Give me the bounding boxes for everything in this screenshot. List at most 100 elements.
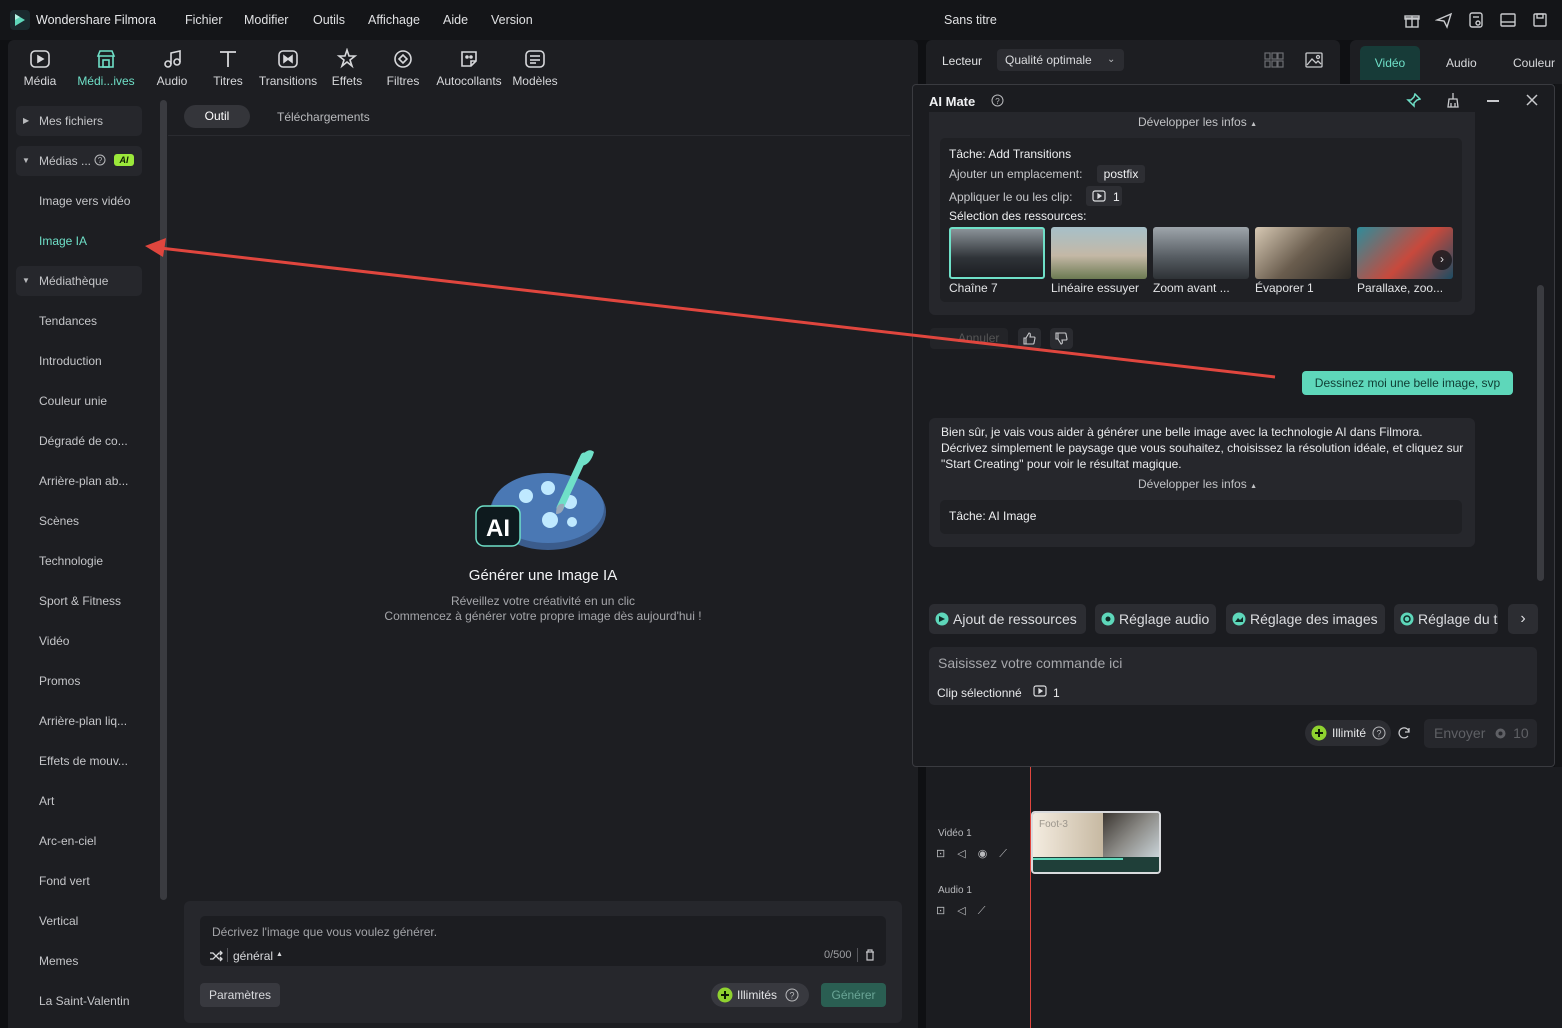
save-icon[interactable] <box>1531 11 1549 29</box>
menu-outils[interactable]: Outils <box>313 13 345 27</box>
lock-icon[interactable]: ⊡ <box>936 848 957 860</box>
trash-icon[interactable] <box>864 949 876 961</box>
chip-audio-settings[interactable]: Réglage audio <box>1095 604 1216 634</box>
sidebar-item-image-to-video[interactable]: Image vers vidéo <box>39 194 130 208</box>
tool-templates[interactable]: Modèles <box>505 48 565 88</box>
ai-mate-title: AI Mate <box>929 94 976 109</box>
minimize-icon[interactable] <box>1487 100 1499 102</box>
sidebar-item[interactable]: Effets de mouv... <box>39 754 128 768</box>
send-plane-icon[interactable] <box>1435 11 1453 29</box>
pin-icon[interactable] <box>1406 93 1421 108</box>
unlimited-credits-button[interactable]: Illimités ? <box>711 983 809 1007</box>
lock-icon[interactable]: ⊡ <box>936 905 957 917</box>
send-button[interactable]: Envoyer 10 <box>1424 719 1537 748</box>
tab-outil[interactable]: Outil <box>184 105 250 128</box>
eye-icon[interactable]: ◉ <box>978 848 1000 860</box>
sidebar-scrollbar[interactable] <box>160 100 167 900</box>
menu-affichage[interactable]: Affichage <box>368 13 420 27</box>
layout-icon[interactable] <box>1499 11 1517 29</box>
broom-icon[interactable] <box>1446 92 1460 108</box>
gift-icon[interactable] <box>1403 11 1421 29</box>
sidebar-item[interactable]: Arrière-plan ab... <box>39 474 128 488</box>
menu-aide[interactable]: Aide <box>443 13 468 27</box>
sidebar-item[interactable]: Technologie <box>39 554 103 568</box>
menu-fichier[interactable]: Fichier <box>185 13 223 27</box>
menu-version[interactable]: Version <box>491 13 533 27</box>
chevron-right-icon[interactable]: › <box>1432 250 1452 270</box>
help-icon[interactable]: ? <box>94 154 106 166</box>
sidebar-item[interactable]: Promos <box>39 674 80 688</box>
tab-telechargements[interactable]: Téléchargements <box>277 110 370 124</box>
speaker-icon[interactable]: ◁ <box>957 848 977 860</box>
magic-wand-icon[interactable]: ⟋ <box>978 905 998 917</box>
sidebar-item-image-ia[interactable]: Image IA <box>39 234 87 248</box>
resources-label: Sélection des ressources: <box>949 209 1087 223</box>
magic-wand-icon[interactable]: ⟋ <box>999 848 1019 860</box>
sidebar-item[interactable]: Fond vert <box>39 874 90 888</box>
chip-more-settings[interactable]: Réglage du t <box>1394 604 1498 634</box>
undo-button[interactable]: Annuler <box>930 328 1008 349</box>
expand-infos-link[interactable]: Développer les infos ▲ <box>1138 477 1257 491</box>
caret-down-icon: ▼ <box>22 276 30 285</box>
menu-modifier[interactable]: Modifier <box>244 13 288 27</box>
thumbs-down-button[interactable] <box>1050 328 1073 349</box>
timeline-clip[interactable]: Foot-3 <box>1031 811 1161 874</box>
tool-titles[interactable]: Titres <box>198 48 258 88</box>
playhead[interactable] <box>1030 767 1031 1028</box>
sidebar-item[interactable]: Vertical <box>39 914 78 928</box>
sidebar-item[interactable]: Vidéo <box>39 634 69 648</box>
resource-thumbnail[interactable] <box>1153 227 1249 279</box>
chip-label: Réglage des images <box>1250 611 1378 627</box>
help-icon[interactable]: ? <box>991 94 1004 107</box>
sidebar-item[interactable]: Dégradé de co... <box>39 434 128 448</box>
sidebar-item[interactable]: Arrière-plan liq... <box>39 714 127 728</box>
chevron-right-icon[interactable]: › <box>1508 604 1538 634</box>
sidebar-item[interactable]: Introduction <box>39 354 102 368</box>
image-chip-icon <box>1232 612 1246 626</box>
sidebar-item[interactable]: Sport & Fitness <box>39 594 121 608</box>
command-placeholder: Saisissez votre commande ici <box>938 655 1123 671</box>
tool-transitions[interactable]: Transitions <box>258 48 318 88</box>
tab-video[interactable]: Vidéo <box>1360 46 1420 80</box>
tool-audio[interactable]: Audio <box>142 48 202 88</box>
resource-thumbnail[interactable] <box>949 227 1045 279</box>
thumbs-up-button[interactable] <box>1018 328 1041 349</box>
sidebar-item[interactable]: Arc-en-ciel <box>39 834 96 848</box>
chip-image-settings[interactable]: Réglage des images <box>1226 604 1385 634</box>
refresh-icon[interactable] <box>1397 726 1411 740</box>
tab-couleur[interactable]: Couleur <box>1513 56 1555 70</box>
tool-filters[interactable]: Filtres <box>373 48 433 88</box>
sidebar-item[interactable]: Couleur unie <box>39 394 107 408</box>
tool-media[interactable]: Média <box>10 48 70 88</box>
chat-scrollbar[interactable] <box>1537 285 1544 581</box>
svg-text:?: ? <box>995 97 1000 106</box>
document-settings-icon[interactable] <box>1467 11 1485 29</box>
tool-label: Audio <box>156 74 188 88</box>
shuffle-icon[interactable] <box>209 950 223 962</box>
expand-infos-link[interactable]: Développer les infos ▲ <box>1138 115 1257 129</box>
sidebar-item[interactable]: Scènes <box>39 514 79 528</box>
grid-view-icon[interactable] <box>1264 52 1284 68</box>
tool-stickers[interactable]: Autocollants <box>434 48 504 88</box>
sidebar-item[interactable]: Tendances <box>39 314 97 328</box>
speaker-icon[interactable]: ◁ <box>957 905 977 917</box>
tool-effects[interactable]: Effets <box>317 48 377 88</box>
audio-chip-icon <box>1101 612 1115 626</box>
tool-stock-media[interactable]: Médi...ives <box>76 48 136 88</box>
image-snapshot-icon[interactable] <box>1305 52 1323 68</box>
tab-audio[interactable]: Audio <box>1446 56 1477 70</box>
prompt-textarea[interactable] <box>200 916 886 966</box>
chip-add-resources[interactable]: Ajout de ressources <box>929 604 1086 634</box>
close-icon[interactable] <box>1526 94 1538 106</box>
resource-thumbnail[interactable] <box>1051 227 1147 279</box>
parameters-button[interactable]: Paramètres <box>200 983 280 1007</box>
sidebar-item[interactable]: Memes <box>39 954 78 968</box>
generate-button[interactable]: Générer <box>821 983 886 1007</box>
ai-message-text: Bien sûr, je vais vous aider à générer u… <box>941 425 1464 471</box>
sidebar-item[interactable]: La Saint-Valentin <box>39 994 130 1008</box>
resource-thumbnail[interactable] <box>1255 227 1351 279</box>
unlimited-credits-button[interactable]: Illimité ? <box>1305 720 1391 746</box>
style-select[interactable]: général <box>233 949 273 963</box>
sidebar-item[interactable]: Art <box>39 794 54 808</box>
quality-select[interactable]: Qualité optimale ⌄ <box>997 49 1124 71</box>
